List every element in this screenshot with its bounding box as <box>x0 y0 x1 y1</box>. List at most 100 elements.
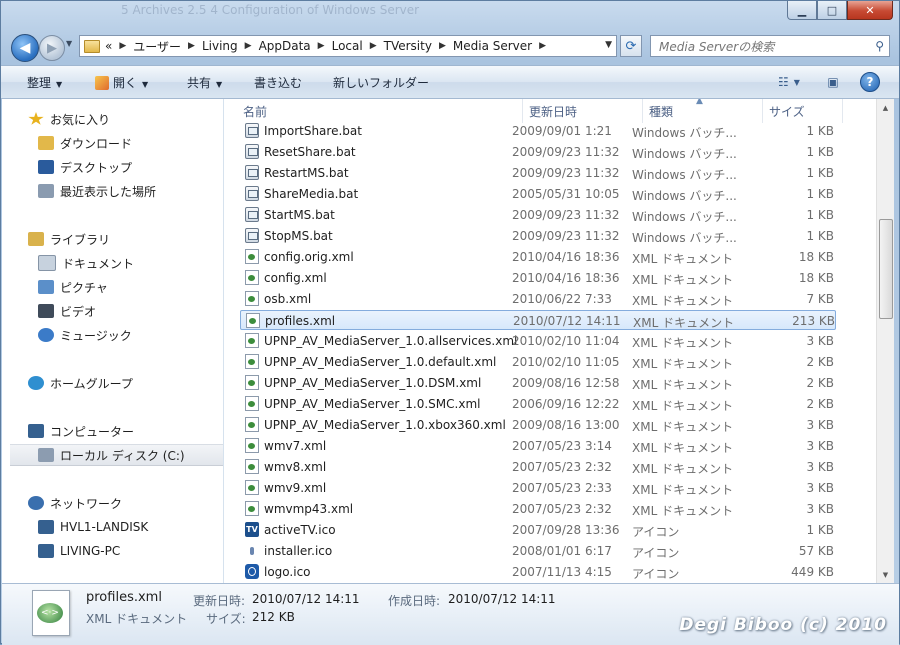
file-row[interactable]: UPNP_AV_MediaServer_1.0.allservices.xml 2… <box>240 331 836 351</box>
breadcrumb-media-server[interactable]: Media Server <box>453 39 532 53</box>
sidebar-item-documents[interactable]: ドキュメント <box>2 253 223 273</box>
file-row[interactable]: profiles.xml 2010/07/12 14:11 XML ドキュメント 21… <box>240 310 836 330</box>
sidebar-item-music[interactable]: ミュージック <box>2 325 223 345</box>
batch-file-icon <box>245 165 259 180</box>
search-input[interactable] <box>657 37 861 57</box>
file-row[interactable]: StopMS.bat 2009/09/23 11:32 Windows バッチ...… <box>240 226 836 246</box>
details-modified-value: 2010/07/12 14:11 <box>252 592 360 606</box>
chevron-right-icon[interactable]: ▶ <box>539 41 546 51</box>
chevron-right-icon[interactable]: ▶ <box>439 41 446 51</box>
column-header-type[interactable]: 種類 <box>643 99 763 123</box>
chevron-right-icon[interactable]: ▶ <box>119 41 126 51</box>
sidebar-item-local-disk[interactable]: ローカル ディスク (C:) <box>10 444 223 466</box>
file-row[interactable]: wmvmp43.xml 2007/05/23 2:32 XML ドキュメント 3 KB <box>240 499 836 519</box>
file-row[interactable]: TV activeTV.ico 2007/09/28 13:36 アイコン 1 KB <box>240 520 836 540</box>
minimize-button[interactable]: ▁ <box>787 1 817 20</box>
file-row[interactable]: installer.ico 2008/01/01 6:17 アイコン 57 KB <box>240 541 836 561</box>
vertical-scrollbar[interactable]: ▲ ▼ <box>876 99 894 583</box>
file-row[interactable]: wmv7.xml 2007/05/23 3:14 XML ドキュメント 3 KB <box>240 436 836 456</box>
file-row[interactable]: ShareMedia.bat 2005/05/31 10:05 Windows バッ… <box>240 184 836 204</box>
sidebar-item-desktop[interactable]: デスクトップ <box>2 157 223 177</box>
file-row[interactable]: config.orig.xml 2010/04/16 18:36 XML ドキュメン… <box>240 247 836 267</box>
breadcrumb-tversity[interactable]: TVersity <box>384 39 432 53</box>
chevron-right-icon[interactable]: ▶ <box>188 41 195 51</box>
scroll-up-button[interactable]: ▲ <box>877 99 894 116</box>
chevron-right-icon[interactable]: ▶ <box>318 41 325 51</box>
file-type: XML ドキュメント <box>632 483 734 497</box>
burn-button[interactable]: 書き込む <box>254 74 302 91</box>
file-row[interactable]: RestartMS.bat 2009/09/23 11:32 Windows バッチ… <box>240 163 836 183</box>
file-name: profiles.xml <box>265 314 336 328</box>
file-type: アイコン <box>632 525 680 539</box>
file-name: StopMS.bat <box>264 229 333 243</box>
recent-pages-dropdown[interactable]: ▼ <box>66 39 72 48</box>
file-row[interactable]: wmv8.xml 2007/05/23 2:32 XML ドキュメント 3 KB <box>240 457 836 477</box>
file-row[interactable]: wmv9.xml 2007/05/23 2:33 XML ドキュメント 3 KB <box>240 478 836 498</box>
file-name: config.orig.xml <box>264 250 354 264</box>
sidebar-item-homegroup[interactable]: ホームグループ <box>2 373 223 393</box>
organize-button[interactable]: 整理 ▼ <box>27 74 62 91</box>
preview-pane-button[interactable]: ▣ <box>823 72 843 92</box>
file-type: XML ドキュメント <box>632 357 734 371</box>
file-row[interactable]: UPNP_AV_MediaServer_1.0.xbox360.xml 2009/… <box>240 415 836 435</box>
view-options-button[interactable]: ☷ ▼ <box>769 72 809 92</box>
breadcrumb-users[interactable]: ユーザー <box>133 38 181 55</box>
chevron-right-icon[interactable]: ▶ <box>245 41 252 51</box>
sidebar-item-downloads[interactable]: ダウンロード <box>2 133 223 153</box>
file-row[interactable]: ResetShare.bat 2009/09/23 11:32 Windows バッ… <box>240 142 836 162</box>
column-header-name[interactable]: 名前 <box>237 99 523 123</box>
file-row[interactable]: StartMS.bat 2009/09/23 11:32 Windows バッチ..… <box>240 205 836 225</box>
column-header-size[interactable]: サイズ <box>763 99 843 123</box>
scroll-down-button[interactable]: ▼ <box>877 566 894 583</box>
file-row[interactable]: osb.xml 2010/06/22 7:33 XML ドキュメント 7 KB <box>240 289 836 309</box>
share-button[interactable]: 共有 ▼ <box>187 74 222 91</box>
command-bar: 整理 ▼ 開く ▼ 共有 ▼ 書き込む 新しいフォルダー ☷ ▼ ▣ ? <box>1 65 899 99</box>
sidebar-item-libraries[interactable]: ライブラリ <box>2 229 223 249</box>
network-computer-icon <box>38 544 54 558</box>
sidebar-item-living-pc[interactable]: LIVING-PC <box>2 541 223 561</box>
open-label: 開く <box>113 76 138 90</box>
file-row[interactable]: UPNP_AV_MediaServer_1.0.DSM.xml 2009/08/1… <box>240 373 836 393</box>
file-row[interactable]: UPNP_AV_MediaServer_1.0.default.xml 2010/… <box>240 352 836 372</box>
sidebar-item-favorites[interactable]: お気に入り <box>2 109 223 129</box>
search-box[interactable]: ⚲ <box>650 35 890 57</box>
breadcrumb-appdata[interactable]: AppData <box>259 39 311 53</box>
file-row[interactable]: config.xml 2010/04/16 18:36 XML ドキュメント 18 K… <box>240 268 836 288</box>
xml-file-icon <box>245 480 259 495</box>
sidebar-item-label: コンピューター <box>50 424 135 439</box>
breadcrumb-local[interactable]: Local <box>332 39 363 53</box>
help-button[interactable]: ? <box>860 72 880 92</box>
file-date: 2008/01/01 6:17 <box>512 544 612 558</box>
sidebar-item-pictures[interactable]: ピクチャ <box>2 277 223 297</box>
close-button[interactable]: ✕ <box>847 1 893 20</box>
new-folder-button[interactable]: 新しいフォルダー <box>333 74 429 91</box>
maximize-button[interactable]: □ <box>817 1 847 20</box>
file-row[interactable]: logo.ico 2007/11/13 4:15 アイコン 449 KB <box>240 562 836 582</box>
file-list: 名前 更新日時 種類 ▲ サイズ ImportShare.bat 2009/09/… <box>224 99 876 583</box>
back-button[interactable]: ◀ <box>11 34 39 62</box>
address-bar[interactable]: « ▶ ユーザー ▶ Living ▶ AppData ▶ Local ▶ TV… <box>79 35 617 57</box>
breadcrumb-overflow[interactable]: « <box>105 39 112 53</box>
sidebar-item-recent-places[interactable]: 最近表示した場所 <box>2 181 223 201</box>
documents-icon <box>38 255 56 271</box>
breadcrumb-living[interactable]: Living <box>202 39 238 53</box>
scrollbar-thumb[interactable] <box>879 219 893 319</box>
refresh-button[interactable]: ⟳ <box>620 35 642 57</box>
file-row[interactable]: UPNP_AV_MediaServer_1.0.SMC.xml 2006/09/1… <box>240 394 836 414</box>
forward-button[interactable]: ▶ <box>39 35 65 61</box>
column-header-date[interactable]: 更新日時 <box>523 99 643 123</box>
sidebar-item-hvl1-landisk[interactable]: HVL1-LANDISK <box>2 517 223 537</box>
file-row[interactable]: ImportShare.bat 2009/09/01 1:21 Windows バッ… <box>240 121 836 141</box>
file-type: XML ドキュメント <box>632 420 734 434</box>
videos-icon <box>38 304 54 318</box>
xml-file-icon <box>245 333 259 348</box>
open-button[interactable]: 開く ▼ <box>95 74 148 91</box>
details-pane: profiles.xml XML ドキュメント 更新日時: 2010/07/12… <box>2 583 899 645</box>
sidebar-item-computer[interactable]: コンピューター <box>2 421 223 441</box>
organize-label: 整理 <box>27 76 52 90</box>
chevron-right-icon[interactable]: ▶ <box>370 41 377 51</box>
sidebar-item-network[interactable]: ネットワーク <box>2 493 223 513</box>
address-dropdown-icon[interactable]: ▼ <box>605 40 612 50</box>
search-icon[interactable]: ⚲ <box>875 39 884 53</box>
sidebar-item-videos[interactable]: ビデオ <box>2 301 223 321</box>
